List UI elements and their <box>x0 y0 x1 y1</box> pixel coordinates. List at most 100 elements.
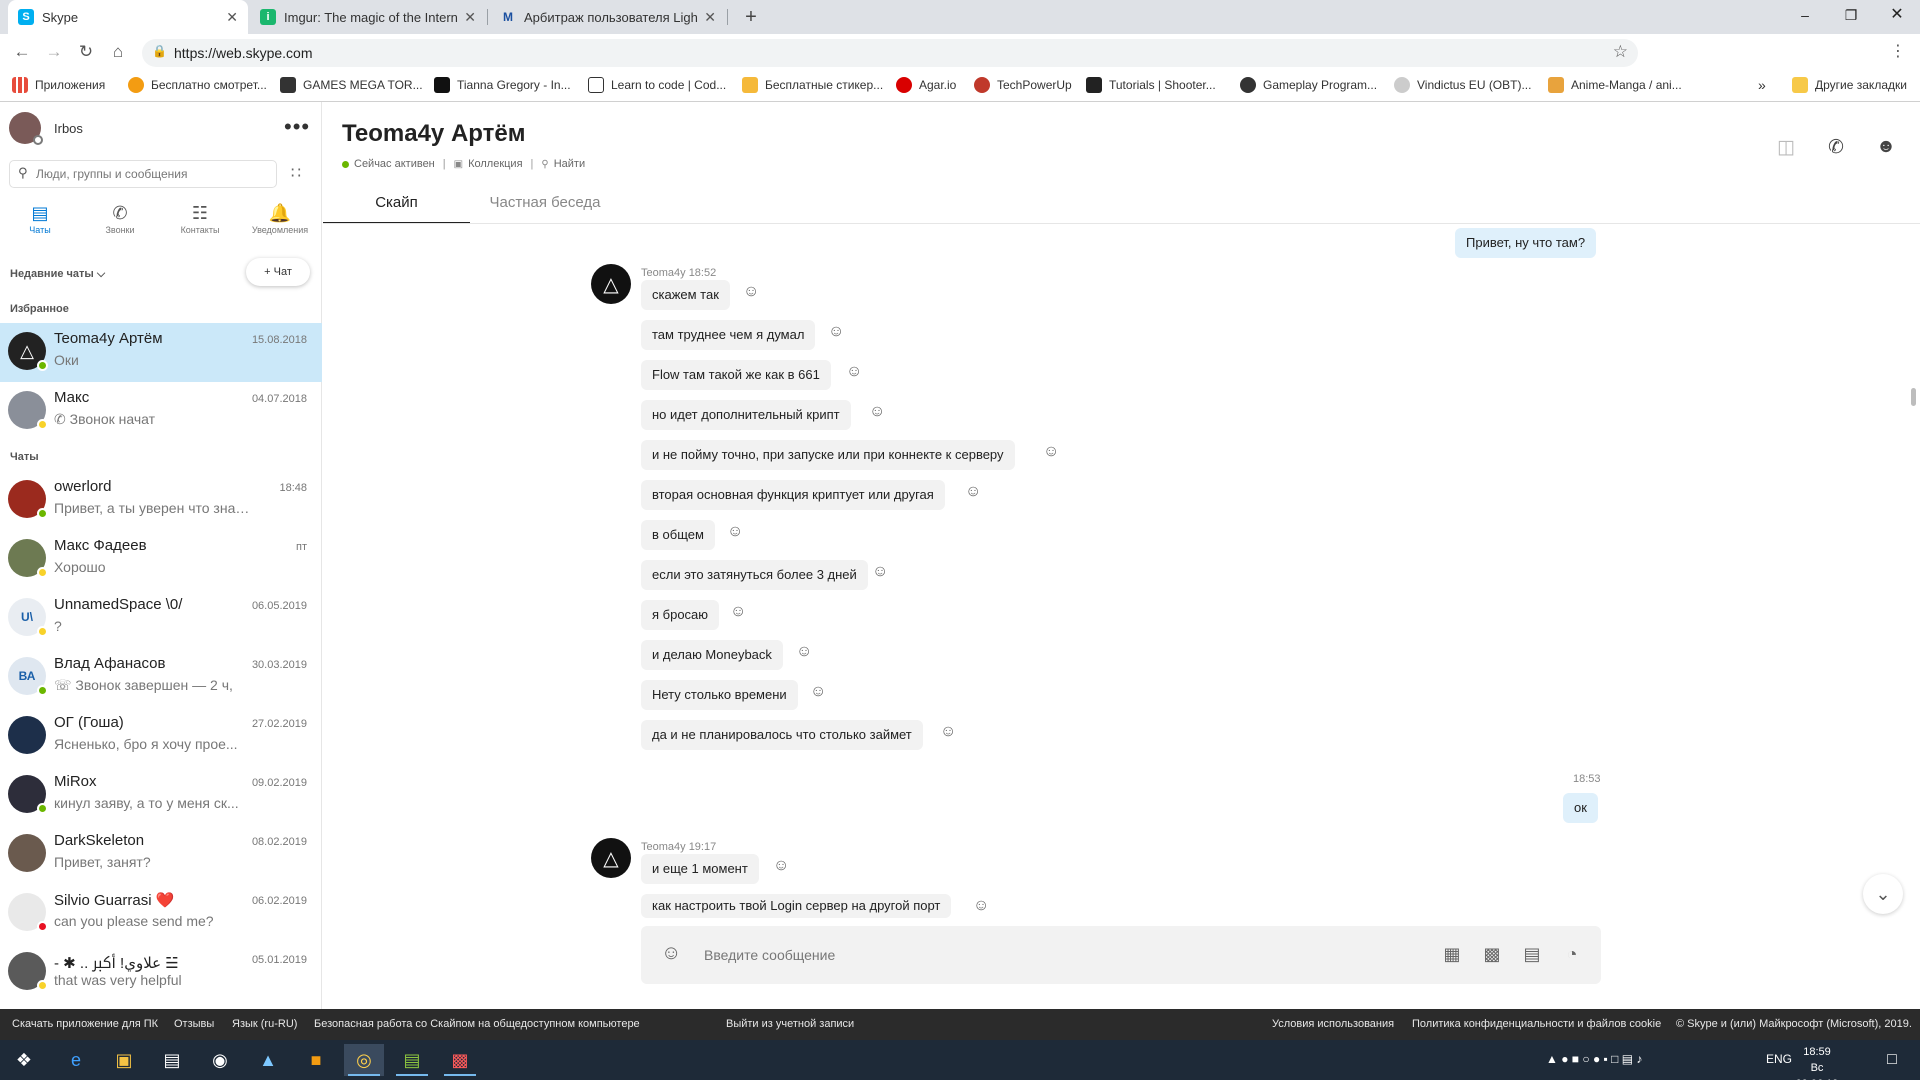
schedule-icon[interactable]: ▤ <box>1519 941 1545 967</box>
more-bookmarks-icon[interactable]: » <box>1758 77 1766 93</box>
notepad-icon[interactable]: ▤ <box>392 1044 432 1076</box>
other-bookmarks[interactable]: Другие закладки <box>1792 77 1907 93</box>
incoming-message[interactable]: и не пойму точно, при запуске или при ко… <box>641 440 1015 470</box>
emoji-reaction-icon[interactable]: ☺ <box>869 403 885 421</box>
restore-icon[interactable]: ❐ <box>1828 0 1874 30</box>
bookmark-item[interactable]: Бесплатно смотрет... <box>128 77 267 93</box>
close-tab-icon[interactable]: ✕ <box>704 9 716 26</box>
bookmark-item[interactable]: Vindictus EU (OBT)... <box>1394 77 1531 93</box>
menu-icon[interactable]: ⋮ <box>1886 40 1910 64</box>
emoji-reaction-icon[interactable]: ☺ <box>940 723 956 741</box>
my-name[interactable]: Irbos <box>54 121 83 136</box>
notifications-icon[interactable]: □ <box>1872 1044 1912 1076</box>
outgoing-message[interactable]: ок <box>1563 793 1598 823</box>
contact-card-icon[interactable]: ▩ <box>1479 941 1505 967</box>
incoming-message[interactable]: как настроить твой Login сервер на друго… <box>641 894 952 918</box>
my-avatar[interactable] <box>9 112 43 145</box>
back-icon[interactable]: ← <box>10 40 34 64</box>
terms-link[interactable]: Условия использования <box>1272 1018 1394 1030</box>
incoming-message[interactable]: и еще 1 момент <box>641 854 759 884</box>
chat-item-mirox[interactable]: MiRox кинул заяву, а то у меня ск... 09.… <box>0 766 322 825</box>
download-app-link[interactable]: Скачать приложение для ПК <box>12 1018 158 1030</box>
emoji-reaction-icon[interactable]: ☺ <box>1043 443 1059 461</box>
emoji-reaction-icon[interactable]: ☺ <box>727 523 743 541</box>
search-input[interactable] <box>36 165 266 183</box>
close-tab-icon[interactable]: ✕ <box>226 9 238 26</box>
more-options-icon[interactable]: ••• <box>284 114 310 140</box>
home-icon[interactable]: ⌂ <box>106 40 130 64</box>
audio-call-icon[interactable]: ✆ <box>1815 126 1857 168</box>
image-gallery-icon[interactable]: ▦ <box>1439 941 1465 967</box>
tab-arbitration[interactable]: M Арбитраж пользователя LightF ✕ <box>490 0 726 34</box>
emoji-reaction-icon[interactable]: ☺ <box>810 683 826 701</box>
nav-notifications[interactable]: 🔔 Уведомления <box>240 202 320 242</box>
security-link[interactable]: Безопасная работа со Скайпом на общедост… <box>314 1018 640 1030</box>
bookmark-item[interactable]: TechPowerUp <box>974 77 1072 93</box>
emoji-reaction-icon[interactable]: ☺ <box>965 483 981 501</box>
chat-item-og-gosha[interactable]: ОГ (Гоша) Ясненько, бро я хочу прое... 2… <box>0 707 322 766</box>
ide-icon[interactable]: ▩ <box>440 1044 480 1076</box>
scroll-down-button[interactable]: ⌄ <box>1863 874 1903 914</box>
chat-item-maks[interactable]: Макс ✆ Звонок начат 04.07.2018 <box>0 382 322 441</box>
chat-item-owerlord[interactable]: owerlord Привет, а ты уверен что знаеш..… <box>0 471 322 530</box>
bookmark-item[interactable]: Gameplay Program... <box>1240 77 1377 93</box>
bookmark-item[interactable]: Anime-Manga / ani... <box>1548 77 1682 93</box>
reload-icon[interactable]: ↻ <box>74 40 98 64</box>
game-icon[interactable]: ■ <box>296 1044 336 1076</box>
bookmark-item[interactable]: GAMES MEGA TOR... <box>280 77 423 93</box>
chat-item-unnamedspace[interactable]: U\ UnnamedSpace \0/ ? 06.05.2019 <box>0 589 322 648</box>
feedback-link[interactable]: Отзывы <box>174 1018 214 1030</box>
incoming-message[interactable]: и делаю Moneyback <box>641 640 783 670</box>
bookmark-item[interactable]: Agar.io <box>896 77 956 93</box>
emoji-reaction-icon[interactable]: ☺ <box>773 857 789 875</box>
nav-contacts[interactable]: ☷ Контакты <box>160 202 240 242</box>
incoming-message[interactable]: да и не планировалось что столько займет <box>641 720 923 750</box>
file-explorer-icon[interactable]: ▣ <box>104 1044 144 1076</box>
edge-icon[interactable]: e <box>56 1044 96 1076</box>
tab-imgur[interactable]: i Imgur: The magic of the Internet ✕ <box>250 0 486 34</box>
close-tab-icon[interactable]: ✕ <box>464 9 476 26</box>
chrome-icon[interactable]: ◎ <box>344 1044 384 1076</box>
emoji-reaction-icon[interactable]: ☺ <box>730 603 746 621</box>
sign-out-link[interactable]: Выйти из учетной записи <box>726 1018 854 1030</box>
steam-icon[interactable]: ◉ <box>200 1044 240 1076</box>
gallery-link[interactable]: Коллекция <box>468 158 522 170</box>
poll-icon[interactable]: ◔ <box>1559 941 1585 967</box>
start-windows-icon[interactable]: ❖ <box>4 1044 44 1076</box>
bookmark-item[interactable]: Tutorials | Shooter... <box>1086 77 1216 93</box>
chat-item-silvio-guarrasi[interactable]: Silvio Guarrasi ❤️ can you please send m… <box>0 884 322 943</box>
close-window-icon[interactable]: ✕ <box>1874 0 1920 30</box>
emoji-reaction-icon[interactable]: ☺ <box>828 323 844 341</box>
minimize-icon[interactable]: – <box>1782 0 1828 30</box>
tab-skype[interactable]: S Skype ✕ <box>8 0 248 34</box>
chat-item-darkskeleton[interactable]: DarkSkeleton Привет, занят? 08.02.2019 <box>0 825 322 884</box>
incoming-message[interactable]: Flow там такой же как в 661 <box>641 360 831 390</box>
emoji-reaction-icon[interactable]: ☺ <box>846 363 862 381</box>
bookmark-item[interactable]: Tianna Gregory - In... <box>434 77 571 93</box>
bookmark-item[interactable]: Бесплатные стикер... <box>742 77 883 93</box>
dialpad-icon[interactable]: ∷ <box>286 164 306 184</box>
outgoing-message[interactable]: Привет, ну что там? <box>1455 228 1597 258</box>
nav-chats[interactable]: ▤ Чаты <box>0 202 80 242</box>
emoji-reaction-icon[interactable]: ☺ <box>872 563 888 581</box>
conversation-title[interactable]: Teoma4y Артём <box>342 120 525 148</box>
bookmark-star-icon[interactable]: ☆ <box>1613 42 1628 62</box>
chat-item-teoma4y[interactable]: △ Teoma4y Артём Оки 15.08.2018 <box>0 323 322 382</box>
sender-avatar[interactable]: △ <box>591 264 631 304</box>
bookmark-item[interactable]: Learn to code | Cod... <box>588 77 726 93</box>
emoji-reaction-icon[interactable]: ☺ <box>973 897 989 915</box>
nav-calls[interactable]: ✆ Звонки <box>80 202 160 242</box>
clock[interactable]: 18:59 Вс 09.06.19 <box>1788 1044 1846 1080</box>
scrollbar[interactable] <box>1911 388 1916 406</box>
video-call-icon[interactable]: ◫ <box>1765 126 1807 168</box>
chat-item-maks-fadeev[interactable]: Макс Фадеев Хорошо пт <box>0 530 322 589</box>
incoming-message[interactable]: там труднее чем я думал <box>641 320 816 350</box>
emoji-icon[interactable]: ☺ <box>661 942 681 965</box>
chat-item-vlad-afanasov[interactable]: ВА Влад Афанасов ☏ Звонок завершен — 2 ч… <box>0 648 322 707</box>
add-people-icon[interactable]: ☻ <box>1865 126 1907 168</box>
new-chat-button[interactable]: + Чат <box>246 258 310 286</box>
incoming-message[interactable]: в общем <box>641 520 715 550</box>
emoji-reaction-icon[interactable]: ☺ <box>796 643 812 661</box>
language-link[interactable]: Язык (ru-RU) <box>232 1018 297 1030</box>
incoming-message[interactable]: Нету столько времени <box>641 680 798 710</box>
